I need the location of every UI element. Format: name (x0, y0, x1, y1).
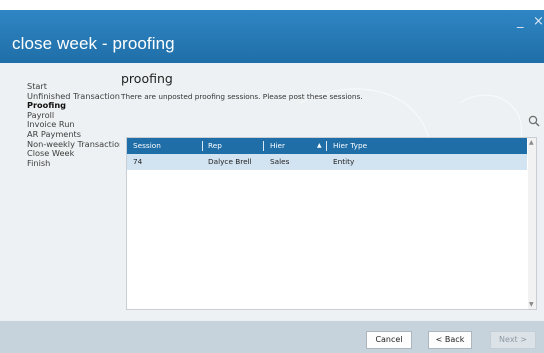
proofing-sessions-table[interactable]: Session Rep Hier ▲ Hier Type 74 Dalyce B… (126, 137, 537, 310)
page-message: There are unposted proofing sessions. Pl… (121, 92, 363, 101)
next-button[interactable]: Next > (490, 331, 536, 349)
column-divider[interactable] (202, 141, 203, 151)
sort-ascending-icon: ▲ (317, 142, 322, 149)
column-header-hier[interactable]: Hier (270, 138, 285, 154)
cancel-button[interactable]: Cancel (366, 331, 412, 349)
table-header: Session Rep Hier ▲ Hier Type (127, 138, 527, 154)
scroll-down-icon[interactable]: ▼ (529, 301, 534, 308)
wizard-footer: Cancel < Back Next > (0, 321, 544, 353)
vertical-scrollbar[interactable]: ▲ ▼ (528, 138, 536, 309)
wizard-step-list: Start Unfinished Transactions ▶ Proofing… (27, 82, 120, 168)
column-divider[interactable] (263, 141, 264, 151)
cell-session: 74 (133, 157, 143, 166)
wizard-body: Start Unfinished Transactions ▶ Proofing… (0, 63, 544, 321)
step-finish[interactable]: Finish (27, 158, 120, 169)
minimize-icon[interactable]: _ (517, 14, 524, 29)
cell-hier: Sales (270, 157, 290, 166)
cell-hier-type: Entity (333, 157, 355, 166)
back-button[interactable]: < Back (428, 331, 472, 349)
title-bar[interactable]: close week - proofing _ × (0, 10, 544, 63)
column-divider[interactable] (326, 141, 327, 151)
page-heading: proofing (121, 71, 173, 86)
magnifier-icon[interactable] (528, 115, 540, 127)
window-top-edge (0, 0, 544, 10)
close-icon[interactable]: × (533, 14, 544, 29)
scroll-up-icon[interactable]: ▲ (529, 139, 534, 146)
table-row[interactable]: 74 Dalyce Brell Sales Entity (127, 154, 527, 170)
window-title: close week - proofing (12, 34, 175, 53)
column-header-hier-type[interactable]: Hier Type (333, 138, 367, 154)
column-header-session[interactable]: Session (133, 138, 161, 154)
cell-rep: Dalyce Brell (208, 157, 252, 166)
column-header-rep[interactable]: Rep (208, 138, 222, 154)
